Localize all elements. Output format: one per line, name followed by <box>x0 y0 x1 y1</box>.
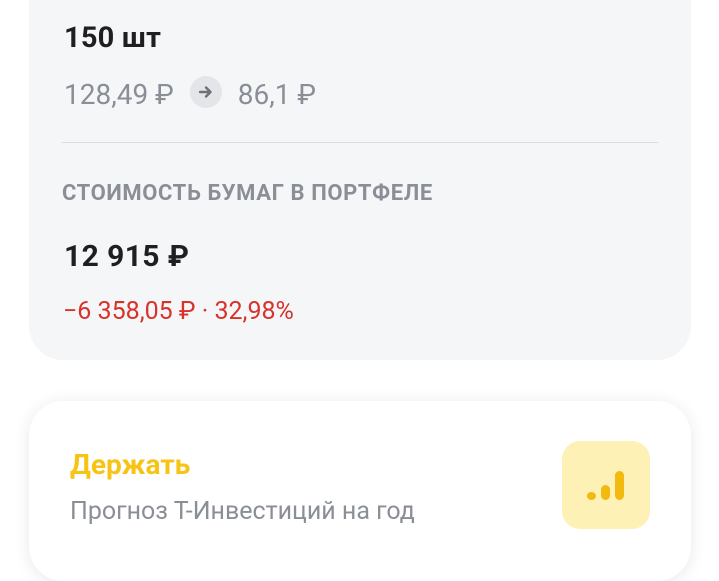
portfolio-change: −6 358,05 ₽ · 32,98% <box>63 297 294 326</box>
forecast-subtitle: Прогноз Т-Инвестиций на год <box>70 497 415 526</box>
divider <box>62 142 658 143</box>
position-quantity: 150 шт <box>64 21 162 55</box>
price-change-row: 128,49 ₽ 86,1 ₽ <box>64 74 316 114</box>
average-price: 128,49 ₽ <box>64 77 174 111</box>
arrow-right-icon <box>189 76 222 108</box>
forecast-recommendation: Держать <box>70 448 191 481</box>
signal-bars-icon <box>562 441 650 529</box>
portfolio-value-label: СТОИМОСТЬ БУМАГ В ПОРТФЕЛЕ <box>62 181 433 206</box>
portfolio-total-value: 12 915 ₽ <box>64 239 190 274</box>
current-price: 86,1 ₽ <box>237 77 316 111</box>
